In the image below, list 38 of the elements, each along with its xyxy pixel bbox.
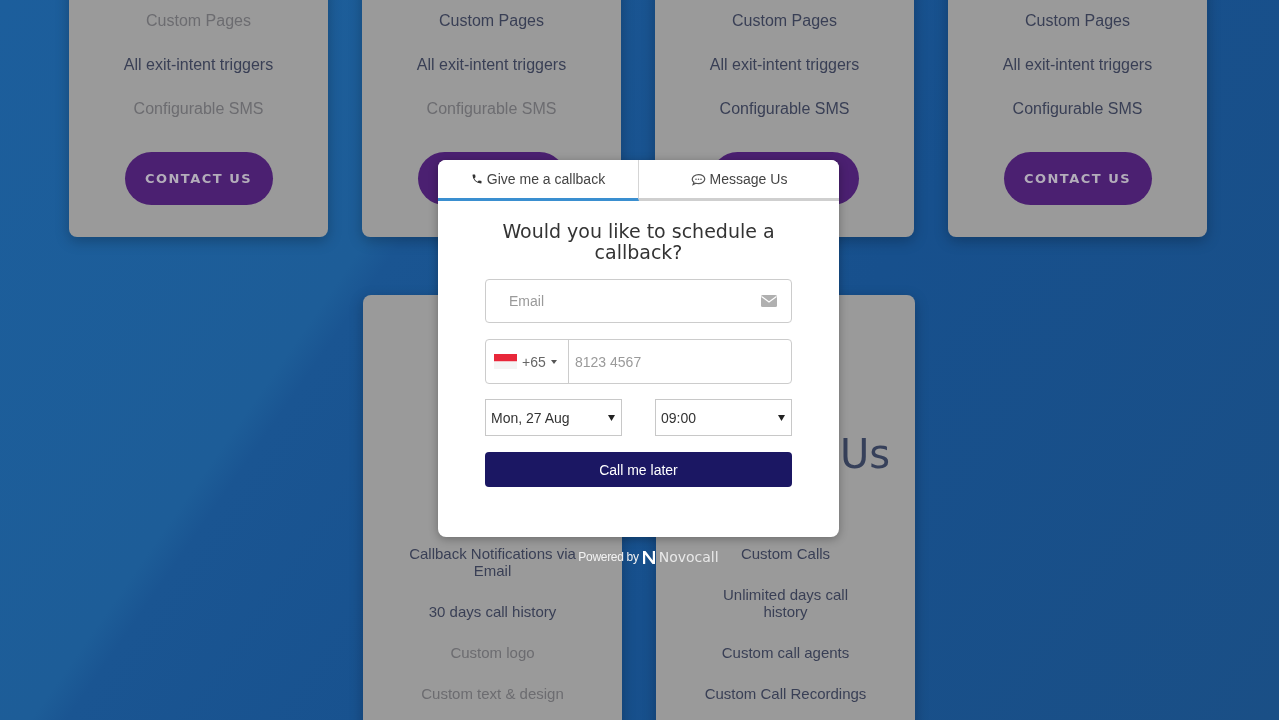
feature-text: Unlimited days call history: [721, 585, 849, 622]
date-select[interactable]: Mon, 27 Aug: [485, 399, 622, 436]
envelope-icon: [761, 295, 777, 307]
feature-text: Custom Pages: [438, 12, 545, 31]
phone-number-input[interactable]: 8123 4567: [569, 352, 791, 371]
caret-icon: [550, 359, 557, 364]
feature-text: Configurable SMS: [1011, 99, 1144, 119]
feature-text: All exit-intent triggers: [708, 55, 861, 75]
dialog-tab[interactable]: Give me a callback: [438, 160, 639, 201]
country-code-select[interactable]: +65: [486, 340, 569, 383]
contact-button[interactable]: CONTACT US: [124, 152, 273, 205]
feature-text: Custom Call Recordings: [704, 684, 867, 704]
feature-text: All exit-intent triggers: [1001, 55, 1154, 75]
phone-icon: [470, 173, 483, 185]
chat-bubble-icon: [690, 172, 706, 186]
dialog-tab[interactable]: Message Us: [639, 160, 839, 201]
feature-text: Configurable SMS: [718, 99, 851, 119]
logo-icon: [642, 550, 655, 564]
caret-icon: [778, 414, 785, 421]
feature-text: 30 days call history: [428, 602, 557, 622]
call-me-later-button[interactable]: Call me later: [485, 452, 792, 487]
phone-field[interactable]: +65 8123 4567: [485, 339, 792, 384]
feature-text: All exit-intent triggers: [415, 55, 568, 75]
feature-text: Custom Pages: [731, 12, 838, 31]
feature-text: Custom call agents: [721, 643, 850, 663]
email-field[interactable]: Email: [485, 279, 792, 323]
caret-icon: [608, 414, 615, 421]
feature-text: Custom Calls: [740, 544, 831, 564]
feature-text: Custom Pages: [1024, 12, 1131, 31]
time-select[interactable]: 09:00: [655, 399, 792, 436]
card-heading: Us: [839, 430, 891, 478]
email-input[interactable]: Email: [507, 292, 761, 310]
feature-text: Callback Notifications via Email: [408, 544, 577, 581]
dialog-title: Would you like to schedule a callback?: [501, 221, 776, 263]
flag-icon: [494, 354, 517, 369]
feature-text: All exit-intent triggers: [122, 55, 275, 75]
contact-button[interactable]: CONTACT US: [1003, 152, 1152, 205]
brand-name: Novocall: [658, 549, 719, 565]
